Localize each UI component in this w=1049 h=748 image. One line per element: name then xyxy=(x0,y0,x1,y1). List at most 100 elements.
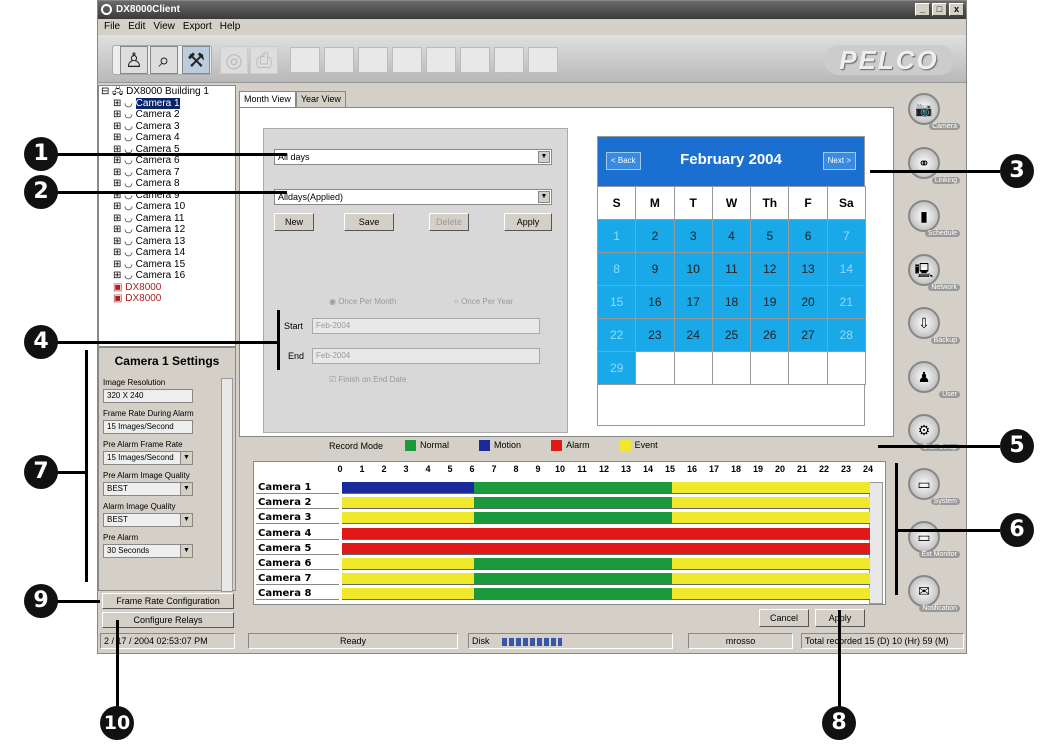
layout-9-icon[interactable] xyxy=(358,47,388,73)
timeline-row[interactable]: Camera 3 xyxy=(256,512,870,525)
tab-month-view[interactable]: Month View xyxy=(239,91,296,107)
nav-camera[interactable]: 📷 Camera xyxy=(902,91,962,141)
calendar-day[interactable]: 19 xyxy=(750,285,790,319)
alarm-quality-select[interactable]: BEST ▼ xyxy=(103,513,193,527)
calendar-day[interactable]: 5 xyxy=(750,219,790,253)
pre-alarm-frame-rate-select[interactable]: 15 Images/Second ▼ xyxy=(103,451,193,465)
menu-export[interactable]: Export xyxy=(183,21,212,33)
nav-backup[interactable]: ⇩ Backup xyxy=(902,305,962,355)
live-view-icon[interactable]: ♙ xyxy=(120,46,148,74)
calendar-day[interactable]: 4 xyxy=(711,219,752,253)
timeline-segment[interactable] xyxy=(672,573,870,586)
frame-rate-config-button[interactable]: Frame Rate Configuration xyxy=(102,593,234,609)
timeline-segment[interactable] xyxy=(474,558,672,570)
menu-file[interactable]: File xyxy=(104,21,120,33)
timeline-row[interactable]: Camera 8 xyxy=(256,588,870,601)
tree-server[interactable]: ▣ DX8000 xyxy=(99,282,235,294)
calendar-day[interactable]: 16 xyxy=(635,285,675,319)
finish-on-end-checkbox[interactable]: ☑ Finish on End Date xyxy=(329,375,406,384)
alarm-frame-rate-field[interactable]: 15 Images/Second xyxy=(103,420,193,434)
tree-item[interactable]: ⊞ ◡ Camera 12 xyxy=(99,224,235,236)
nav-network[interactable]: 🖳 Network xyxy=(902,252,962,302)
timeline-segment[interactable] xyxy=(342,573,474,586)
calendar-day[interactable]: 2 xyxy=(635,219,675,253)
apply-schedule-button[interactable]: Apply xyxy=(504,213,552,231)
calendar-day[interactable]: 18 xyxy=(711,285,752,319)
menu-help[interactable]: Help xyxy=(220,21,241,33)
delete-button[interactable]: Delete xyxy=(429,213,469,231)
timeline-segment[interactable] xyxy=(474,512,672,525)
calendar-day[interactable]: 24 xyxy=(673,318,713,352)
tree-item[interactable]: ⊞ ◡ Camera 2 xyxy=(99,109,235,121)
timeline-row[interactable]: Camera 7 xyxy=(256,573,870,586)
print-icon[interactable]: ⎙ xyxy=(250,46,278,74)
timeline-segment[interactable] xyxy=(342,527,870,540)
menu-view[interactable]: View xyxy=(153,21,175,33)
nav-user[interactable]: ♟ User xyxy=(902,359,962,409)
calendar-day[interactable]: 23 xyxy=(635,318,675,352)
minimize-button[interactable]: _ xyxy=(915,3,930,16)
tree-item[interactable]: ⊞ ◡ Camera 3 xyxy=(99,121,235,133)
start-date-field[interactable]: Feb-2004 xyxy=(312,318,540,334)
settings-scrollbar[interactable] xyxy=(221,378,233,592)
calendar-day[interactable]: 11 xyxy=(711,252,752,286)
timeline-segment[interactable] xyxy=(672,497,870,510)
search-icon[interactable]: ⌕ xyxy=(150,46,178,74)
calendar-day[interactable]: 12 xyxy=(750,252,790,286)
timeline-segment[interactable] xyxy=(342,542,870,555)
cancel-button[interactable]: Cancel xyxy=(759,609,809,627)
schedule-select[interactable]: Alldays(Applied) ▼ xyxy=(274,189,552,205)
playback-icon[interactable]: ◎ xyxy=(220,46,248,74)
timeline-segment[interactable] xyxy=(342,482,474,494)
tree-item[interactable]: ⊞ ◡ Camera 14 xyxy=(99,247,235,259)
timeline-row[interactable]: Camera 1 xyxy=(256,482,870,494)
nav-notification[interactable]: ✉ Notification xyxy=(902,573,962,623)
calendar-day[interactable]: 1 xyxy=(597,219,637,253)
calendar-day[interactable]: 6 xyxy=(788,219,828,253)
timeline-row[interactable]: Camera 6 xyxy=(256,558,870,570)
configure-relays-button[interactable]: Configure Relays xyxy=(102,612,234,628)
timeline-scrollbar[interactable] xyxy=(869,482,883,604)
calendar-day[interactable]: 27 xyxy=(788,318,828,352)
calendar-day[interactable]: 26 xyxy=(750,318,790,352)
timeline-segment[interactable] xyxy=(342,512,474,525)
tree-item[interactable]: ⊞ ◡ Camera 6 xyxy=(99,155,235,167)
tree-server[interactable]: ▣ DX8000 xyxy=(99,293,235,305)
tree-item[interactable]: ⊞ ◡ Camera 10 xyxy=(99,201,235,213)
layout-10-icon[interactable] xyxy=(494,47,524,73)
timeline-segment[interactable] xyxy=(672,588,870,601)
calendar-day[interactable]: 21 xyxy=(826,285,866,319)
device-tree[interactable]: ⊟ 🖧 DX8000 Building 1 ⊞ ◡ Camera 1 ⊞ ◡ C… xyxy=(98,85,236,347)
tree-item[interactable]: ⊞ ◡ Camera 1 xyxy=(99,97,235,110)
end-date-field[interactable]: Feb-2004 xyxy=(312,348,540,364)
calendar-next-button[interactable]: Next > xyxy=(822,152,856,170)
calendar-day[interactable]: 9 xyxy=(635,252,675,286)
nav-ext-monitor[interactable]: ▭ Ext Monitor xyxy=(902,519,962,569)
save-button[interactable]: Save xyxy=(344,213,394,231)
calendar-day[interactable]: 20 xyxy=(788,285,828,319)
tab-year-view[interactable]: Year View xyxy=(295,91,346,107)
layout-13-icon[interactable] xyxy=(528,47,558,73)
calendar-day[interactable]: 22 xyxy=(597,318,637,352)
calendar-day[interactable]: 25 xyxy=(711,318,752,352)
setup-tools-icon[interactable]: ⚒ xyxy=(182,46,210,74)
pre-alarm-select[interactable]: 30 Seconds ▼ xyxy=(103,544,193,558)
timeline-segment[interactable] xyxy=(474,573,672,586)
once-per-month-radio[interactable]: ◉ Once Per Month xyxy=(329,297,396,306)
calendar-day[interactable]: 3 xyxy=(673,219,713,253)
tree-item[interactable]: ⊞ ◡ Camera 4 xyxy=(99,132,235,144)
calendar-day[interactable]: 13 xyxy=(788,252,828,286)
timeline-row[interactable]: Camera 4 xyxy=(256,527,870,540)
close-button[interactable]: x xyxy=(949,3,964,16)
pre-alarm-quality-select[interactable]: BEST ▼ xyxy=(103,482,193,496)
new-button[interactable]: New xyxy=(274,213,314,231)
calendar-day[interactable]: 17 xyxy=(673,285,713,319)
timeline-segment[interactable] xyxy=(672,482,870,494)
once-per-year-radio[interactable]: ○ Once Per Year xyxy=(454,297,513,306)
menu-edit[interactable]: Edit xyxy=(128,21,145,33)
nav-disk-setup[interactable]: ⚙Disk Setup xyxy=(902,412,962,462)
calendar-day[interactable]: 29 xyxy=(597,351,637,385)
nav-system[interactable]: ▭ System xyxy=(902,466,962,516)
days-select[interactable]: All days ▼ xyxy=(274,149,552,165)
timeline-segment[interactable] xyxy=(342,558,474,570)
